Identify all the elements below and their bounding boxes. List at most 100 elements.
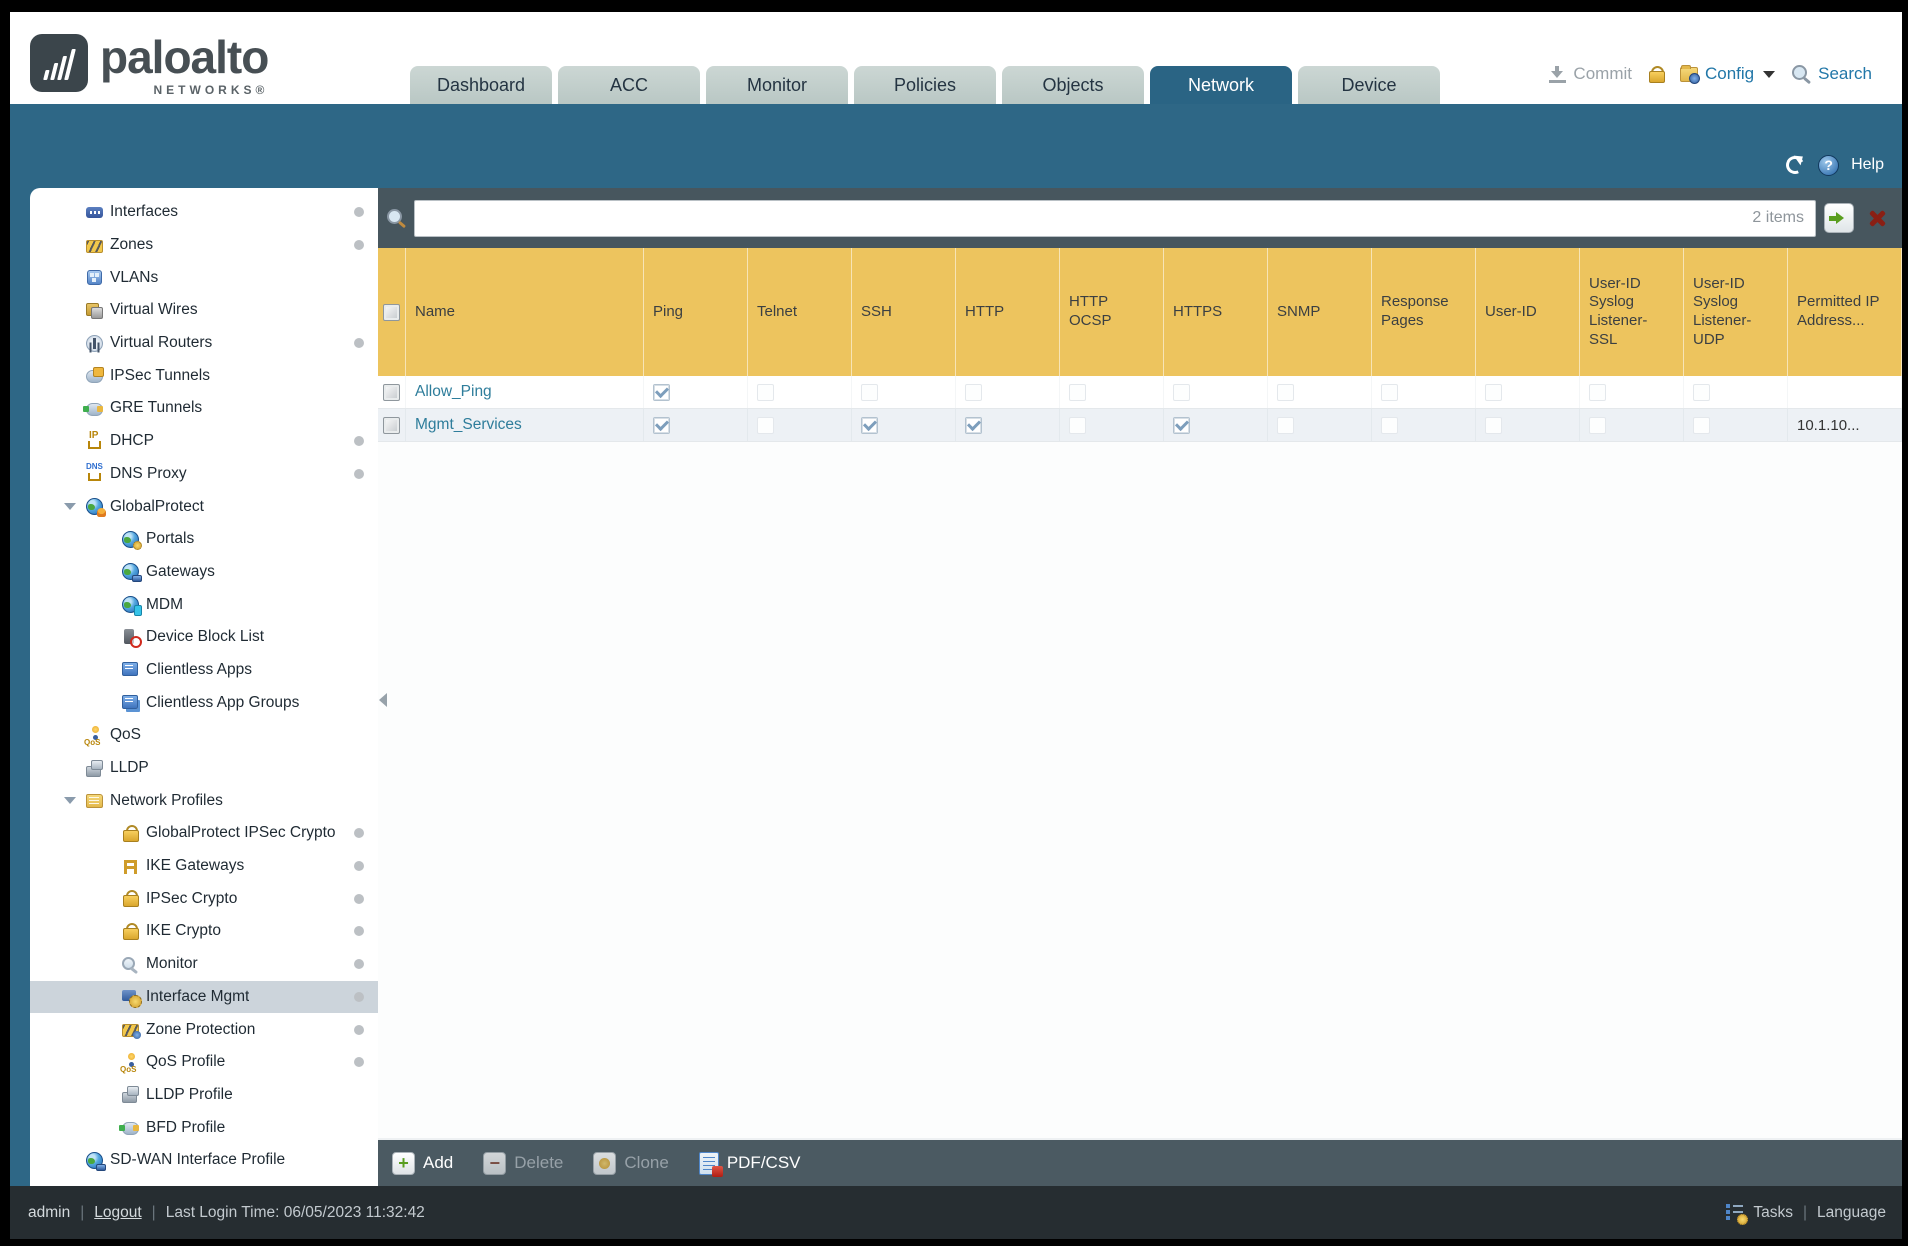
table-header-row: Name Ping Telnet SSH HTTP HTTP OCSP HTTP…: [378, 248, 1902, 376]
col-header-https[interactable]: HTTPS: [1164, 248, 1268, 376]
sidebar-item-clientless-apps[interactable]: Clientless Apps: [30, 654, 378, 687]
sidebar-item-dhcp[interactable]: DHCP: [30, 425, 378, 458]
tab-device[interactable]: Device: [1298, 66, 1440, 104]
language-button[interactable]: Language: [1817, 1204, 1886, 1222]
row-select-checkbox[interactable]: [383, 416, 400, 434]
col-header-snmp[interactable]: SNMP: [1268, 248, 1372, 376]
sidebar-item-bfd-profile[interactable]: BFD Profile: [30, 1111, 378, 1144]
lock-icon[interactable]: [1648, 65, 1665, 83]
sidebar-item-portals[interactable]: Portals: [30, 523, 378, 556]
tasks-icon: [1726, 1203, 1749, 1225]
sidebar-item-interfaces[interactable]: Interfaces: [30, 196, 378, 229]
sidebar-item-globalprotect[interactable]: GlobalProtect: [30, 490, 378, 523]
help-label[interactable]: Help: [1851, 156, 1884, 174]
item-dot: [354, 1057, 364, 1068]
ssh-checkbox: [861, 383, 878, 401]
global-search-button[interactable]: Search: [1791, 64, 1872, 84]
sidebar-item-lldp[interactable]: LLDP: [30, 752, 378, 785]
sidebar-item-ipsec-crypto[interactable]: IPSec Crypto: [30, 882, 378, 915]
tab-dashboard[interactable]: Dashboard: [410, 66, 552, 104]
paloalto-logo: paloalto NETWORKS®: [30, 34, 269, 96]
sidebar-collapse-handle[interactable]: [379, 693, 387, 707]
sidebar-item-vlans[interactable]: VLANs: [30, 261, 378, 294]
sidebar-item-zone-protection[interactable]: Zone Protection: [30, 1013, 378, 1046]
col-header-http[interactable]: HTTP: [956, 248, 1060, 376]
gre-tunnels-icon: [83, 400, 103, 417]
profile-name-link[interactable]: Allow_Ping: [415, 383, 492, 401]
sidebar-item-virtual-wires[interactable]: Virtual Wires: [30, 294, 378, 327]
col-header-user-id[interactable]: User-ID: [1476, 248, 1580, 376]
delete-icon: −: [483, 1151, 507, 1175]
col-header-response-pages[interactable]: Response Pages: [1372, 248, 1476, 376]
tab-objects[interactable]: Objects: [1002, 66, 1144, 104]
sidebar-item-network-profiles[interactable]: Network Profiles: [30, 784, 378, 817]
interface-mgmt-table: Name Ping Telnet SSH HTTP HTTP OCSP HTTP…: [378, 248, 1902, 442]
sidebar-item-qos[interactable]: QoS: [30, 719, 378, 752]
sub-header-band: ? Help: [10, 104, 1902, 188]
sdwan-interface-profile-icon: [86, 1151, 106, 1171]
col-header-uid-syslog-ssl[interactable]: User-ID Syslog Listener-SSL: [1580, 248, 1684, 376]
col-header-http-ocsp[interactable]: HTTP OCSP: [1060, 248, 1164, 376]
uid-syslog-udp-checkbox: [1693, 383, 1710, 401]
sidebar-item-interface-mgmt[interactable]: Interface Mgmt: [30, 980, 378, 1014]
col-header-permitted-ip[interactable]: Permitted IP Address...: [1788, 248, 1902, 376]
sidebar-item-globalprotect-ipsec-crypto[interactable]: GlobalProtect IPSec Crypto: [30, 817, 378, 850]
item-dot: [354, 991, 364, 1002]
tab-acc[interactable]: ACC: [558, 66, 700, 104]
config-menu-button[interactable]: Config: [1679, 64, 1776, 84]
sidebar-item-zones[interactable]: Zones: [30, 229, 378, 262]
sidebar-item-ike-gateways[interactable]: IKE Gateways: [30, 850, 378, 883]
sidebar-item-lldp-profile[interactable]: LLDP Profile: [30, 1079, 378, 1112]
col-header-name[interactable]: Name: [406, 248, 644, 376]
row-select-checkbox[interactable]: [383, 383, 400, 401]
help-icon[interactable]: ?: [1818, 154, 1840, 176]
clone-button[interactable]: Clone: [593, 1151, 669, 1175]
sidebar-item-dns-proxy[interactable]: DNS Proxy: [30, 458, 378, 491]
chevron-down-icon: [1763, 70, 1776, 78]
col-header-ping[interactable]: Ping: [644, 248, 748, 376]
sidebar-item-gre-tunnels[interactable]: GRE Tunnels: [30, 392, 378, 425]
col-header-uid-syslog-udp[interactable]: User-ID Syslog Listener-UDP: [1684, 248, 1788, 376]
commit-button[interactable]: Commit: [1549, 64, 1632, 84]
permitted-ip-value: 10.1.10...: [1797, 416, 1860, 434]
config-folder-icon: [1679, 64, 1700, 84]
sidebar-item-ipsec-tunnels[interactable]: IPSec Tunnels: [30, 359, 378, 392]
col-header-telnet[interactable]: Telnet: [748, 248, 852, 376]
sidebar-item-mdm[interactable]: MDM: [30, 588, 378, 621]
sidebar-item-gateways[interactable]: Gateways: [30, 556, 378, 589]
col-header-ssh[interactable]: SSH: [852, 248, 956, 376]
select-all-checkbox[interactable]: [383, 303, 400, 321]
device-block-list-icon: [122, 628, 142, 648]
qos-icon: [84, 725, 103, 747]
expand-triangle-icon[interactable]: [64, 503, 76, 511]
status-bar: admin | Logout | Last Login Time: 06/05/…: [10, 1186, 1902, 1239]
qos-profile-icon: [120, 1052, 139, 1074]
ipsec-tunnels-icon: [86, 367, 104, 384]
add-button[interactable]: + Add: [392, 1151, 453, 1175]
item-dot: [354, 893, 364, 904]
sidebar-item-clientless-app-groups[interactable]: Clientless App Groups: [30, 686, 378, 719]
sidebar-item-qos-profile[interactable]: QoS Profile: [30, 1046, 378, 1079]
tab-network[interactable]: Network: [1150, 66, 1292, 104]
monitor-icon: [122, 956, 139, 973]
sidebar-item-virtual-routers[interactable]: Virtual Routers: [30, 327, 378, 360]
mdm-icon: [122, 596, 142, 617]
filter-input[interactable]: [414, 199, 1816, 237]
profile-name-link[interactable]: Mgmt_Services: [415, 416, 522, 434]
sidebar-item-sdwan-interface-profile[interactable]: SD-WAN Interface Profile: [30, 1144, 378, 1177]
expand-triangle-icon[interactable]: [64, 797, 76, 805]
tab-monitor[interactable]: Monitor: [706, 66, 848, 104]
globalprotect-icon: [86, 498, 106, 518]
refresh-icon[interactable]: [1784, 154, 1806, 176]
sidebar-item-ike-crypto[interactable]: IKE Crypto: [30, 915, 378, 948]
table-row: Allow_Ping: [378, 376, 1902, 409]
sidebar-item-device-block-list[interactable]: Device Block List: [30, 621, 378, 654]
sidebar-item-monitor[interactable]: Monitor: [30, 948, 378, 981]
clear-filter-button[interactable]: [1862, 203, 1892, 233]
logout-link[interactable]: Logout: [94, 1204, 141, 1222]
pdf-csv-button[interactable]: PDF/CSV: [698, 1151, 801, 1177]
tab-policies[interactable]: Policies: [854, 66, 996, 104]
tasks-button[interactable]: Tasks: [1726, 1203, 1793, 1225]
apply-filter-button[interactable]: [1824, 203, 1854, 233]
delete-button[interactable]: − Delete: [483, 1151, 563, 1175]
